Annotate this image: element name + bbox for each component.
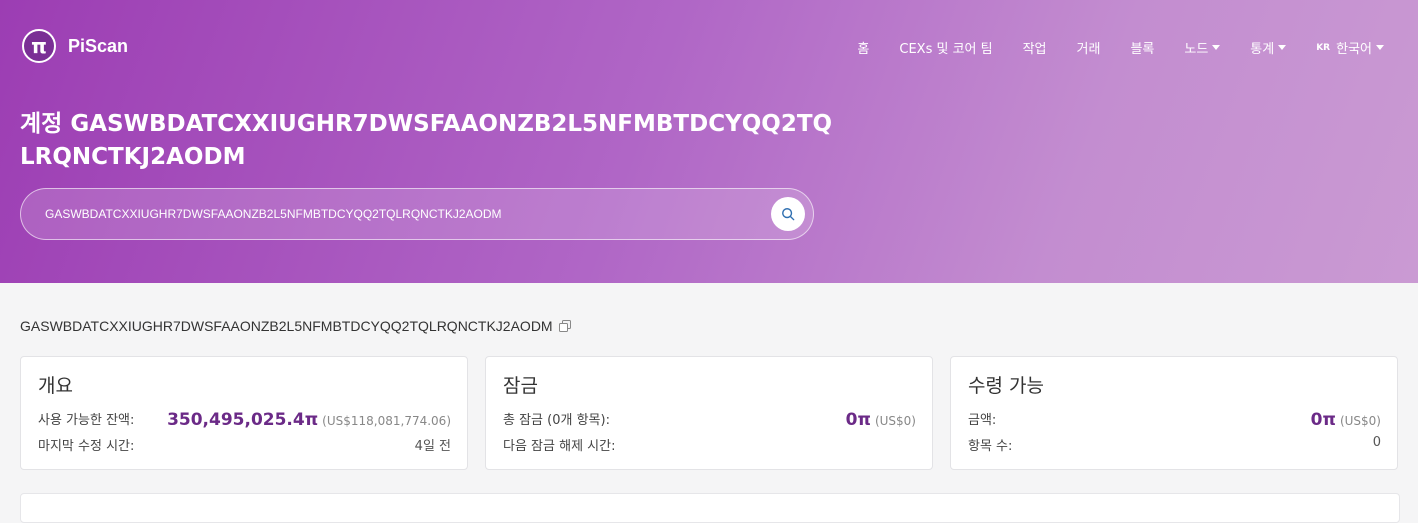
- available-balance-pi: 350,495,025.4π: [167, 410, 319, 430]
- total-locked-value: 0π (US$0): [846, 410, 916, 430]
- pi-logo-icon: π: [22, 29, 56, 63]
- hero-header: π PiScan 홈 CEXs 및 코어 팀 작업 거래 블록 노드 통계 KR…: [0, 0, 1418, 283]
- next-unlock-label: 다음 잠금 해제 시간:: [503, 439, 616, 454]
- brand[interactable]: π PiScan: [22, 29, 128, 63]
- page-title: 계정 GASWBDATCXXIUGHR7DWSFAAONZB2L5NFMBTDC…: [20, 111, 833, 170]
- claimable-card: 수령 가능 금액: 0π (US$0) 항목 수: 0: [950, 356, 1398, 470]
- search-input[interactable]: [43, 198, 771, 230]
- nav-item-home[interactable]: 홈: [857, 38, 869, 57]
- total-locked-label: 총 잠금 (0개 항목):: [503, 413, 610, 428]
- total-locked-pi: 0π: [845, 410, 871, 430]
- last-modified-value: 4일 전: [414, 439, 451, 454]
- search-bar: [20, 188, 814, 240]
- details-panel: [20, 493, 1400, 523]
- brand-name: PiScan: [68, 35, 129, 56]
- language-flag-icon: KR: [1316, 42, 1331, 53]
- overview-card: 개요 사용 가능한 잔액: 350,495,025.4π (US$118,081…: [20, 356, 468, 470]
- claimable-amount-label: 금액:: [968, 413, 997, 428]
- search-button[interactable]: [771, 197, 805, 231]
- account-address-line: GASWBDATCXXIUGHR7DWSFAAONZB2L5NFMBTDCYQQ…: [20, 318, 571, 334]
- language-selector[interactable]: KR 한국어: [1316, 38, 1384, 57]
- search-icon: [782, 208, 795, 221]
- claimable-count-label: 항목 수:: [968, 439, 1013, 454]
- available-balance-usd: (US$118,081,774.06): [322, 414, 451, 428]
- nav-item-nodes[interactable]: 노드: [1184, 38, 1221, 57]
- available-balance-value: 350,495,025.4π (US$118,081,774.06): [167, 410, 451, 430]
- claimable-amount-usd: (US$0): [1339, 414, 1381, 428]
- nav-item-transactions[interactable]: 거래: [1077, 38, 1101, 57]
- locked-card: 잠금 총 잠금 (0개 항목): 0π (US$0) 다음 잠금 해제 시간:: [485, 356, 933, 470]
- claimable-title: 수령 가능: [968, 375, 1044, 397]
- available-balance-label: 사용 가능한 잔액:: [38, 413, 135, 428]
- copy-icon[interactable]: [558, 320, 571, 332]
- total-locked-usd: (US$0): [874, 414, 916, 428]
- nav-item-operations[interactable]: 작업: [1023, 38, 1047, 57]
- claimable-count-value: 0: [1372, 435, 1381, 450]
- nav-item-stats[interactable]: 통계: [1250, 38, 1287, 57]
- last-modified-label: 마지막 수정 시간:: [38, 439, 135, 454]
- chevron-down-icon: [1376, 45, 1384, 50]
- claimable-amount-value: 0π (US$0): [1311, 410, 1381, 430]
- overview-title: 개요: [38, 375, 73, 397]
- chevron-down-icon: [1278, 45, 1287, 50]
- account-address: GASWBDATCXXIUGHR7DWSFAAONZB2L5NFMBTDCYQQ…: [20, 318, 553, 334]
- nav-item-cexs-core-team[interactable]: CEXs 및 코어 팀: [899, 38, 992, 57]
- language-label: 한국어: [1336, 42, 1372, 57]
- main-nav: 홈 CEXs 및 코어 팀 작업 거래 블록 노드 통계 KR 한국어: [827, 38, 1384, 57]
- nav-item-stats-label: 통계: [1250, 42, 1275, 57]
- locked-title: 잠금: [503, 375, 538, 397]
- nav-item-blocks[interactable]: 블록: [1130, 38, 1154, 57]
- chevron-down-icon: [1212, 45, 1221, 50]
- nav-item-nodes-label: 노드: [1184, 42, 1209, 57]
- claimable-amount-pi: 0π: [1310, 410, 1336, 430]
